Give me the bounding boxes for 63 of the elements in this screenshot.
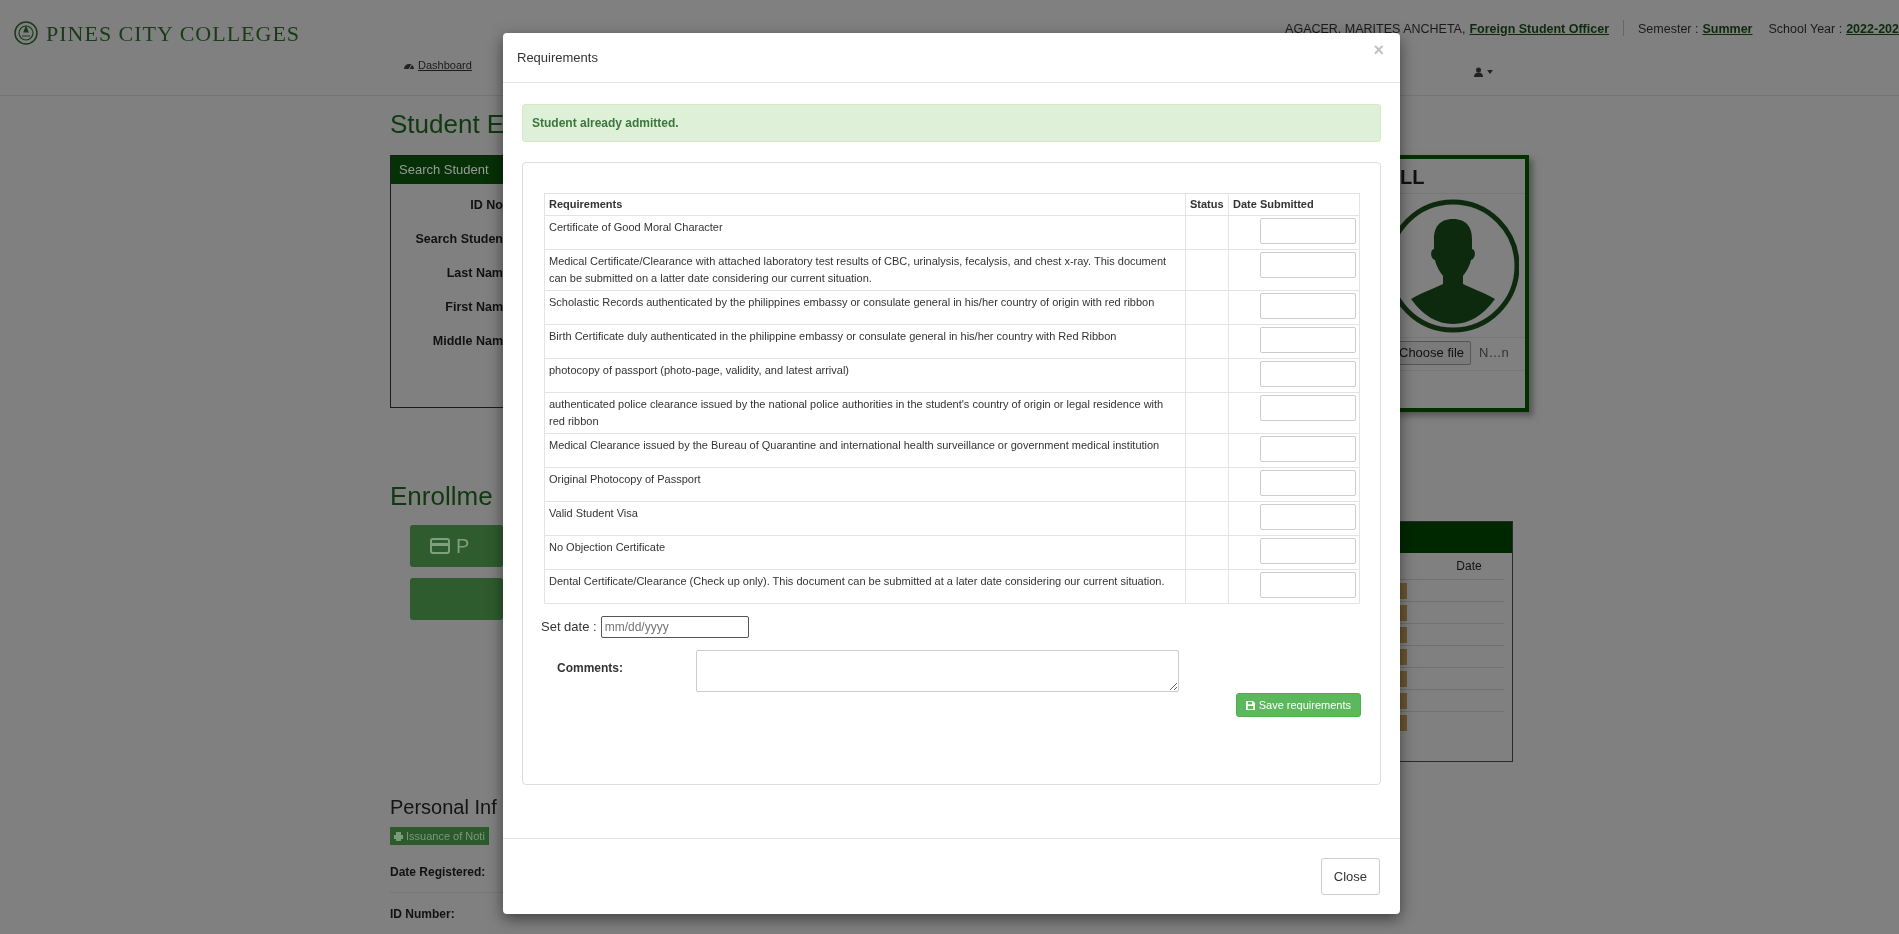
requirement-cell: Dental Certificate/Clearance (Check up only). This document can be submitted at a later date considering our current situation. <box>544 569 1186 604</box>
field-label: First Nam <box>444 299 503 316</box>
requirement-cell: Original Photocopy of Passport <box>544 467 1186 502</box>
requirement-cell: Certificate of Good Moral Character <box>544 215 1186 250</box>
field-label: ID No <box>469 197 503 214</box>
requirement-cell: Valid Student Visa <box>544 501 1186 536</box>
section-title: Personal Inf <box>390 795 498 819</box>
success-alert: Student already admitted. <box>522 104 1381 142</box>
close-button[interactable]: Close <box>1320 857 1380 896</box>
save-icon <box>1245 700 1255 710</box>
field-label: Date Registered: <box>390 865 486 879</box>
date-input[interactable] <box>1260 504 1356 530</box>
requirement-cell: Scholastic Records authenticated by the philippines embassy or consulate general in his/her country of origin with red ribbon <box>544 290 1186 325</box>
enrollment-button[interactable]: P <box>410 525 503 567</box>
school-year-label: School Year : <box>1768 21 1843 38</box>
logo-text: PINES CITY COLLEGES <box>46 19 301 48</box>
issuance-button[interactable]: Issuance of Noti <box>390 827 489 845</box>
field-label: ID Number: <box>390 907 455 921</box>
requirement-cell: Birth Certificate duly authenticated in the philippine embassy or consulate general in his/her country with Red Ribbon <box>544 324 1186 359</box>
file-name: N…n <box>1479 344 1509 362</box>
panel-title: Search Student <box>391 156 503 184</box>
semester-label: Semester : <box>1638 21 1699 38</box>
set-date-label: Set date : <box>541 618 597 637</box>
field-label: Search Studen <box>414 231 503 248</box>
modal-title: Requirements <box>517 48 598 67</box>
column-header: Requirements <box>544 193 1186 216</box>
date-input[interactable] <box>1260 327 1356 353</box>
date-input[interactable] <box>1260 293 1356 319</box>
column-header: Status <box>1185 193 1229 216</box>
comments-field[interactable] <box>696 650 1179 692</box>
user-menu[interactable] <box>1474 67 1493 77</box>
date-input[interactable] <box>1260 538 1356 564</box>
card-icon <box>430 538 450 554</box>
date-input[interactable] <box>1260 470 1356 496</box>
date-input[interactable] <box>1260 395 1356 421</box>
role-link[interactable]: Foreign Student Officer <box>1469 20 1610 39</box>
dashboard-link[interactable]: Dashboard <box>404 57 472 74</box>
date-input[interactable] <box>1260 572 1356 598</box>
semester-link[interactable]: Summer <box>1702 20 1753 39</box>
save-button[interactable]: Save requirements <box>1235 693 1361 717</box>
requirement-cell: Medical Clearance issued by the Bureau of Quarantine and international health surveillance or government medical institution <box>544 433 1186 468</box>
user-icon <box>1474 67 1483 77</box>
requirement-cell: No Objection Certificate <box>544 535 1186 570</box>
field-label: Middle Nam <box>431 333 503 350</box>
requirement-cell: Medical Certificate/Clearance with attached laboratory test results of CBC, urinalysis, fecalysis, and chest x-ray. This document can be submitted on a latter date considering our current situation. <box>544 249 1186 291</box>
requirement-cell: authenticated police clearance issued by the national police authorities in the student's country of origin or legal residence with red ribbon <box>544 392 1186 434</box>
emblem-icon <box>14 21 38 45</box>
caret-icon <box>1487 70 1493 74</box>
school-year-link[interactable]: 2022-202 <box>1846 20 1899 39</box>
field-label: Last Nam <box>445 265 503 282</box>
user-name: AGACER, MARITES ANCHETA, <box>1285 21 1466 38</box>
section-title: Student E <box>390 108 503 140</box>
comments-label: Comments: <box>556 660 624 677</box>
date-field[interactable]: mm/dd/yyyy <box>600 616 749 638</box>
column-header: Date <box>1455 558 1483 575</box>
section-title: Enrollme <box>390 480 494 512</box>
date-input[interactable] <box>1260 252 1356 278</box>
date-input[interactable] <box>1260 436 1356 462</box>
enrollment-button[interactable] <box>410 578 503 620</box>
requirement-cell: photocopy of passport (photo-page, validity, and latest arrival) <box>544 358 1186 393</box>
date-input[interactable] <box>1260 218 1356 244</box>
column-header: Date Submitted <box>1228 193 1360 216</box>
date-input[interactable] <box>1260 361 1356 387</box>
